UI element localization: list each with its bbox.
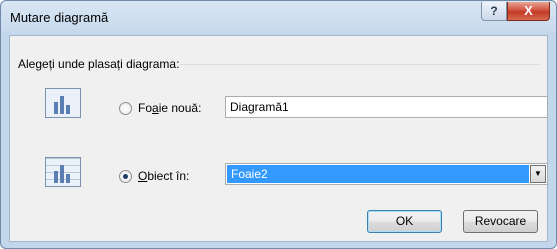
- ok-button[interactable]: OK: [367, 210, 442, 233]
- new-sheet-name-input[interactable]: Diagramă1: [225, 96, 548, 118]
- dropdown-button[interactable]: ▼: [530, 165, 546, 183]
- chart-sheet-icon: [45, 88, 81, 118]
- move-chart-dialog: Mutare diagramă ? X Alegeți unde plasați…: [0, 0, 557, 249]
- dialog-title: Mutare diagramă: [10, 10, 109, 25]
- object-in-sheet-select[interactable]: Foaie2 ▼: [225, 163, 548, 185]
- selected-sheet-value: Foaie2: [227, 165, 529, 183]
- object-in-label[interactable]: Obiect în:: [138, 169, 189, 183]
- placement-group-label: Alegeți unde plasați diagrama:: [18, 57, 184, 71]
- close-icon: X: [524, 3, 533, 18]
- dialog-body: Alegeți unde plasați diagrama: Foaie nou…: [9, 35, 548, 242]
- close-button[interactable]: X: [507, 2, 550, 21]
- help-icon: ?: [490, 4, 498, 18]
- cancel-button[interactable]: Revocare: [463, 210, 538, 233]
- title-bar[interactable]: Mutare diagramă ? X: [1, 1, 556, 35]
- group-divider: [180, 64, 540, 66]
- object-in-radio[interactable]: [119, 170, 132, 183]
- new-sheet-label[interactable]: Foaie nouă:: [138, 101, 201, 115]
- chevron-down-icon: ▼: [534, 169, 542, 178]
- help-button[interactable]: ?: [481, 2, 507, 21]
- embedded-chart-icon: [45, 157, 81, 187]
- new-sheet-radio[interactable]: [119, 102, 132, 115]
